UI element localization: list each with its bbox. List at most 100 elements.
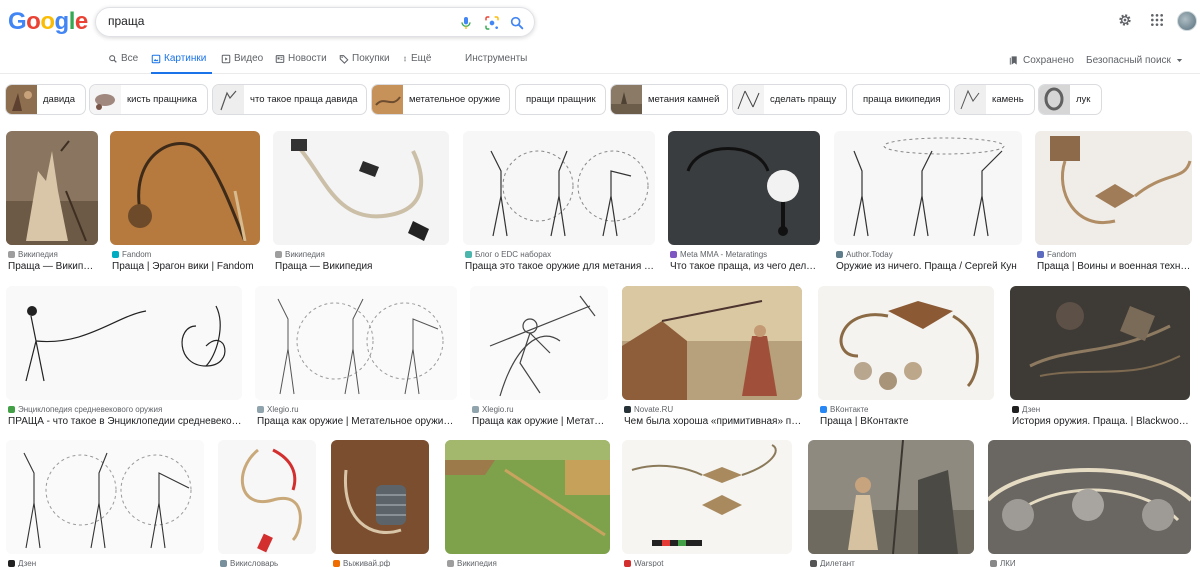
- result-card[interactable]: ЛКИ: [988, 440, 1191, 567]
- result-card[interactable]: Энциклопедия средневекового оружия ПРАЩА…: [6, 286, 242, 428]
- result-thumbnail[interactable]: [1010, 286, 1190, 400]
- result-thumbnail[interactable]: [218, 440, 316, 554]
- result-card[interactable]: Дилетант: [808, 440, 974, 567]
- result-thumbnail[interactable]: [110, 131, 260, 245]
- result-card[interactable]: Warspot: [622, 440, 792, 567]
- result-title[interactable]: Праща как оружие | Метательное оружие | …: [257, 416, 457, 427]
- chip-sling-wikipedia[interactable]: праща википедия: [852, 84, 950, 115]
- result-thumbnail[interactable]: [445, 440, 610, 554]
- source-favicon: [624, 406, 631, 413]
- source-name: Meta MMA - Metaratings: [680, 250, 768, 259]
- chip-slings-slinger[interactable]: пращи пращник: [515, 84, 606, 115]
- result-thumbnail[interactable]: [834, 131, 1022, 245]
- result-thumbnail[interactable]: [808, 440, 974, 554]
- result-title[interactable]: Оружие из ничего. Праща / Сергей Кун: [836, 261, 1022, 272]
- result-title[interactable]: Что такое праща, из чего делает...: [670, 261, 820, 272]
- result-thumbnail[interactable]: [622, 440, 792, 554]
- result-card[interactable]: Дзен История оружия. Праща. | Blackwood …: [1010, 286, 1190, 428]
- apps-grid-icon[interactable]: [1149, 12, 1165, 28]
- result-thumbnail[interactable]: [470, 286, 608, 400]
- result-card[interactable]: Novate.RU Чем была хороша «примитивная» …: [622, 286, 802, 428]
- chip-stone-throwing[interactable]: метания камней: [610, 84, 728, 115]
- result-card[interactable]: Выживай.рф: [331, 440, 429, 567]
- result-title[interactable]: Чем была хороша «примитивная» пращ...: [624, 416, 802, 427]
- lens-icon[interactable]: [484, 15, 500, 31]
- result-source: Author.Today: [836, 250, 893, 259]
- source-favicon: [8, 560, 15, 567]
- result-title[interactable]: Праща это такое оружие для метания ка...: [465, 261, 655, 272]
- search-input[interactable]: [108, 14, 438, 28]
- account-avatar[interactable]: [1177, 11, 1197, 31]
- tab-shopping[interactable]: Покупки: [339, 53, 390, 74]
- result-card[interactable]: Википедия Праща — Википедия: [6, 131, 98, 273]
- tab-video[interactable]: Видео: [221, 53, 263, 74]
- result-title[interactable]: Праща как оружие | Метател...: [472, 416, 608, 427]
- logo-letter: g: [54, 8, 70, 35]
- result-thumbnail[interactable]: [6, 440, 204, 554]
- safe-search-dropdown[interactable]: Безопасный поиск: [1086, 55, 1184, 66]
- result-thumbnail[interactable]: [6, 131, 98, 245]
- result-thumbnail[interactable]: [463, 131, 655, 245]
- microphone-icon[interactable]: [458, 15, 474, 31]
- result-card[interactable]: Fandom Праща | Воины и военная техник...: [1035, 131, 1192, 273]
- result-card[interactable]: Блог о EDC наборах Праща это такое оружи…: [463, 131, 655, 273]
- result-card[interactable]: Викисловарь: [218, 440, 316, 567]
- source-favicon: [112, 251, 119, 258]
- result-thumbnail[interactable]: [273, 131, 449, 245]
- result-card[interactable]: Author.Today Оружие из ничего. Праща / С…: [834, 131, 1022, 273]
- result-source: Warspot: [624, 559, 664, 567]
- chip-label: праща википедия: [863, 94, 941, 105]
- chip-david[interactable]: давида: [5, 84, 86, 115]
- result-source: Википедия: [8, 250, 58, 259]
- google-logo[interactable]: Google: [8, 8, 88, 36]
- settings-gear-icon[interactable]: [1117, 12, 1133, 28]
- result-card[interactable]: Meta MMA - Metaratings Что такое праща, …: [668, 131, 820, 273]
- tab-images[interactable]: Картинки: [151, 53, 212, 74]
- result-title[interactable]: Праща | Воины и военная техник...: [1037, 261, 1192, 272]
- source-name: Блог о EDC наборах: [475, 250, 552, 259]
- tab-label: Новости: [288, 53, 327, 64]
- result-thumbnail[interactable]: [988, 440, 1191, 554]
- chip-throwing-weapon[interactable]: метательное оружие: [371, 84, 510, 115]
- result-thumbnail[interactable]: [622, 286, 802, 400]
- result-card[interactable]: Дзен: [6, 440, 204, 567]
- result-card[interactable]: ВКонтакте Праща | ВКонтакте: [818, 286, 994, 428]
- result-source: Meta MMA - Metaratings: [670, 250, 767, 259]
- chip-what-is-david-sling[interactable]: что такое праща давида: [212, 84, 367, 115]
- chip-bow[interactable]: лук: [1038, 84, 1102, 115]
- result-source: Дзен: [8, 559, 36, 567]
- source-name: Novate.RU: [634, 405, 674, 414]
- result-card[interactable]: Википедия Праща — Википедия: [273, 131, 449, 273]
- source-name: Author.Today: [846, 250, 893, 259]
- result-title[interactable]: Праща | ВКонтакте: [820, 416, 994, 427]
- result-title[interactable]: ПРАЩА - что такое в Энциклопедии среднев…: [8, 416, 242, 427]
- tools-button[interactable]: Инструменты: [465, 53, 527, 74]
- source-favicon: [624, 560, 631, 567]
- result-thumbnail[interactable]: [818, 286, 994, 400]
- chip-stone[interactable]: камень: [954, 84, 1035, 115]
- result-thumbnail[interactable]: [331, 440, 429, 554]
- tab-news[interactable]: Новости: [275, 53, 327, 74]
- result-thumbnail[interactable]: [1035, 131, 1192, 245]
- tab-label: Ещё: [411, 53, 432, 64]
- chip-slinger-brush[interactable]: кисть пращника: [89, 84, 208, 115]
- search-box[interactable]: [95, 7, 535, 37]
- result-card[interactable]: Xlegio.ru Праща как оружие | Метател...: [470, 286, 608, 428]
- chip-make-sling[interactable]: сделать пращу: [732, 84, 847, 115]
- result-title[interactable]: Праща — Википедия: [8, 261, 98, 272]
- result-card[interactable]: Википедия: [445, 440, 610, 567]
- result-thumbnail[interactable]: [6, 286, 242, 400]
- tab-more[interactable]: Ещё: [402, 53, 431, 74]
- saved-button[interactable]: Сохранено: [1008, 55, 1074, 66]
- tab-all[interactable]: Все: [108, 53, 138, 74]
- result-title[interactable]: Праща | Эрагон вики | Fandom: [112, 261, 260, 272]
- search-icon[interactable]: [509, 15, 525, 31]
- result-title[interactable]: Праща — Википедия: [275, 261, 449, 272]
- chevron-down-icon: [1176, 59, 1183, 62]
- result-thumbnail[interactable]: [668, 131, 820, 245]
- result-title[interactable]: История оружия. Праща. | Blackwood his..…: [1012, 416, 1190, 427]
- result-thumbnail[interactable]: [255, 286, 457, 400]
- result-card[interactable]: Fandom Праща | Эрагон вики | Fandom: [110, 131, 260, 273]
- result-source: Википедия: [275, 250, 325, 259]
- result-card[interactable]: Xlegio.ru Праща как оружие | Метательное…: [255, 286, 457, 428]
